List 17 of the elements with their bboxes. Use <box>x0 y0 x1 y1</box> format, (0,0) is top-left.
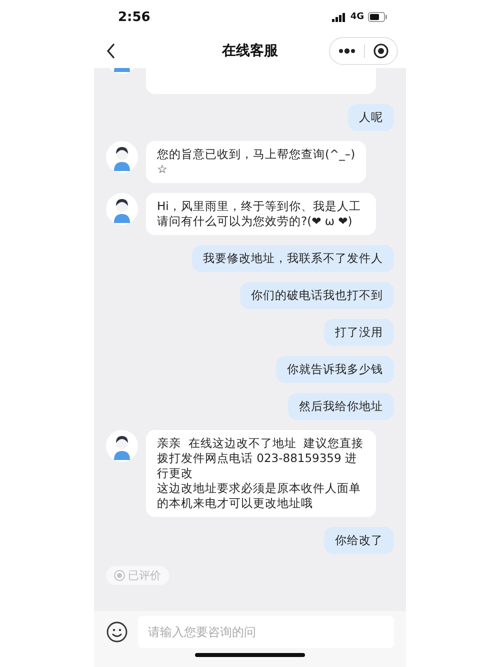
rated-label: 已评价 <box>128 568 161 583</box>
user-message: 打了没用 <box>324 319 394 346</box>
user-message: 然后我给你地址 <box>288 393 394 420</box>
user-message: 人呢 <box>348 104 394 131</box>
user-message: 你们的破电话我也打不到 <box>240 282 394 309</box>
status-time: 2:56 <box>118 10 150 24</box>
agent-message: Hi，风里雨里，终于等到你、我是人工请问有什么可以为您效劳的?(❤ ω ❤) <box>146 193 376 235</box>
network-type: 4G <box>350 12 364 22</box>
agent-message: 这边改地址要求必须是原本收件人面单的本机来电才可以更改地址哦 <box>157 481 362 511</box>
page-title: 在线客服 <box>222 42 278 60</box>
user-message: 我要修改地址，我联系不了发件人 <box>192 245 394 272</box>
agent-message: 亲亲 在线这边改不了地址 建议您直接拨打发件网点电话 023-88159359 进行更改 <box>157 436 365 481</box>
rated-badge[interactable]: 已评价 <box>106 566 169 585</box>
user-message: 你就告诉我多少钱 <box>276 356 394 383</box>
agent-message: 您的旨意已收到，马上帮您查询(^_–) ☆ <box>146 141 366 183</box>
user-message: 你给改了 <box>324 527 394 554</box>
message-input[interactable]: 请输入您要咨询的问 <box>138 616 394 648</box>
